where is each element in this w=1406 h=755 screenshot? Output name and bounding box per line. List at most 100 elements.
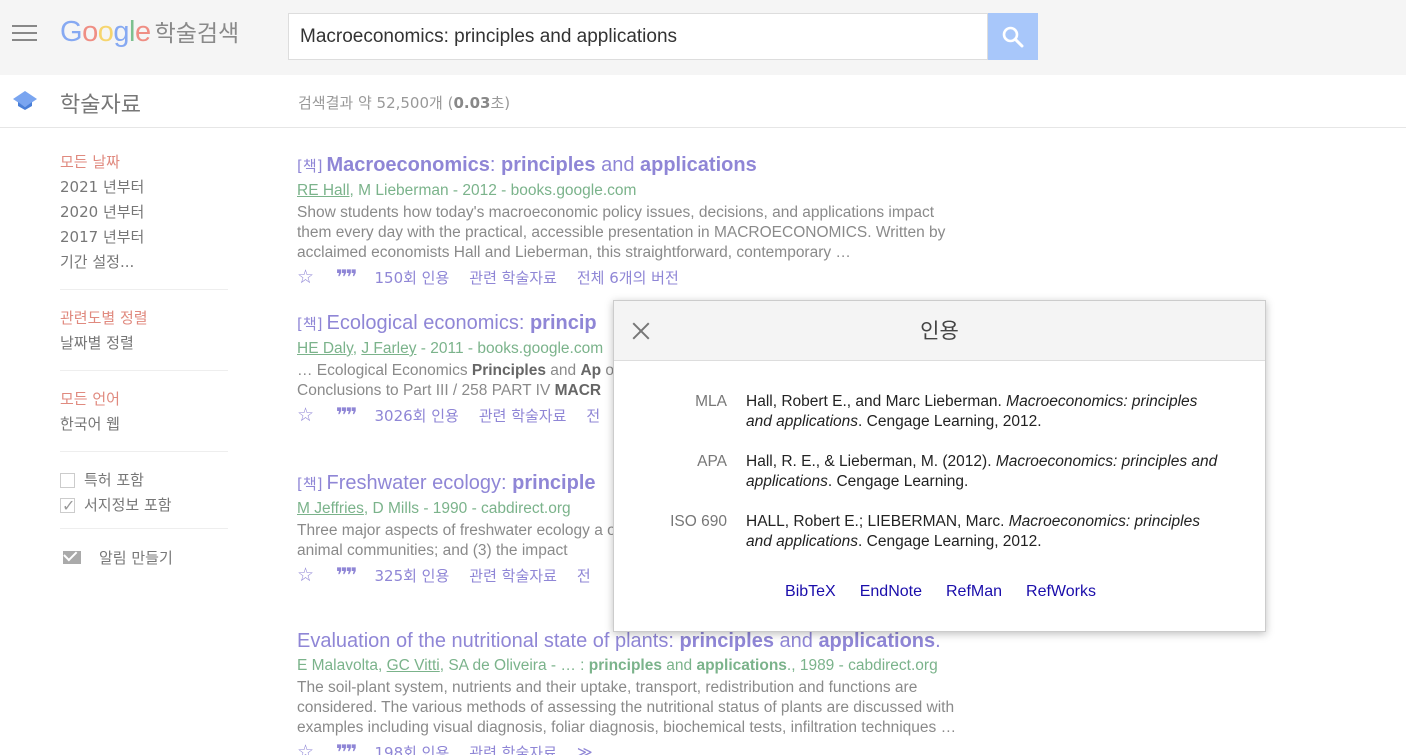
result-title-text[interactable]: Evaluation of the nutritional state of p… xyxy=(297,630,941,652)
export-bibtex-link[interactable]: BibTeX xyxy=(785,583,836,601)
date-any[interactable]: 모든 날짜 xyxy=(60,150,228,175)
cite-row-mla: MLA Hall, Robert E., and Marc Lieberman.… xyxy=(614,392,1267,432)
result-count-suffix: 초) xyxy=(490,94,511,112)
text-segment: Hall, Robert E., and Marc Lieberman. xyxy=(746,393,1007,410)
related-articles-link[interactable]: 관련 학술자료 xyxy=(469,267,557,288)
section-title: 학술자료 xyxy=(60,93,141,118)
top-bar: Google 학술검색 xyxy=(0,0,1406,75)
text-segment: Freshwater ecology: xyxy=(326,472,513,494)
text-segment: : xyxy=(489,154,502,176)
result-snippet: The soil-plant system, nutrients and the… xyxy=(297,678,997,738)
date-since-2021[interactable]: 2021 년부터 xyxy=(60,175,228,200)
checkbox-box xyxy=(60,473,75,488)
related-articles-link[interactable]: 관련 학술자료 xyxy=(469,742,557,755)
search-button[interactable] xyxy=(988,13,1038,60)
result-type-tag: [책] xyxy=(297,315,323,333)
cite-text[interactable]: Hall, Robert E., and Marc Lieberman. Mac… xyxy=(746,392,1226,432)
create-alert-label: 알림 만들기 xyxy=(99,549,173,567)
save-star-icon[interactable]: ☆ xyxy=(297,564,317,586)
date-since-2017[interactable]: 2017 년부터 xyxy=(60,225,228,250)
cite-quote-icon[interactable]: ❞❞ xyxy=(336,740,358,755)
cite-dialog-title: 인용 xyxy=(920,319,959,343)
text-segment: GC Vitti xyxy=(386,657,440,674)
text-segment: Principles xyxy=(471,362,546,379)
text-segment: HE Daly xyxy=(297,340,353,357)
cited-by-link[interactable]: 150회 인용 xyxy=(374,267,449,288)
scholar-page: Google 학술검색 학술자료 검색결과 약 52,500개 (0.03초) … xyxy=(0,0,1406,755)
text-segment: … Ecological Economics xyxy=(297,362,472,379)
all-versions-link[interactable]: 전 xyxy=(586,405,600,426)
date-since-2020[interactable]: 2020 년부터 xyxy=(60,200,228,225)
sort-date[interactable]: 날짜별 정렬 xyxy=(60,331,228,356)
result-title-text[interactable]: Freshwater ecology: principle xyxy=(327,472,596,494)
include-patents-checkbox[interactable]: 특허 포함 xyxy=(60,468,228,493)
search-input[interactable] xyxy=(289,14,987,59)
text-segment: applications xyxy=(818,630,936,652)
lang-any[interactable]: 모든 언어 xyxy=(60,387,228,412)
date-filter-group: 모든 날짜 2021 년부터 2020 년부터 2017 년부터 기간 설정..… xyxy=(60,150,228,290)
include-group: 특허 포함 서지정보 포함 xyxy=(60,468,228,529)
sub-bar: 학술자료 검색결과 약 52,500개 (0.03초) xyxy=(0,75,1406,128)
result-item: [책] Macroeconomics: principles and applic… xyxy=(297,150,997,308)
text-segment: J Farley xyxy=(361,340,417,357)
cite-quote-icon[interactable]: ❞❞ xyxy=(336,563,358,587)
result-actions: ☆ ❞❞ 150회 인용 관련 학술자료 전체 6개의 버전 xyxy=(297,265,997,289)
language-group: 모든 언어 한국어 웹 xyxy=(60,387,228,452)
cited-by-link[interactable]: 198회 인용 xyxy=(374,742,449,755)
sort-group: 관련도별 정렬 날짜별 정렬 xyxy=(60,306,228,371)
cited-by-link[interactable]: 325회 인용 xyxy=(374,565,449,586)
result-title-text[interactable]: Ecological economics: princip xyxy=(327,312,597,334)
related-articles-link[interactable]: 관련 학술자료 xyxy=(479,405,567,426)
result-title[interactable]: [책] Macroeconomics: principles and applic… xyxy=(297,150,997,181)
text-segment: and xyxy=(773,630,819,652)
cite-quote-icon[interactable]: ❞❞ xyxy=(336,265,358,289)
logo-letter: g xyxy=(113,16,129,48)
menu-icon[interactable] xyxy=(12,25,37,43)
result-item: Evaluation of the nutritional state of p… xyxy=(297,626,997,755)
cite-format-label: ISO 690 xyxy=(670,513,727,530)
save-star-icon[interactable]: ☆ xyxy=(297,404,317,426)
text-segment: . Cengage Learning, 2012. xyxy=(858,413,1042,430)
text-segment: MACR xyxy=(554,382,602,399)
cite-format-label: MLA xyxy=(695,393,727,410)
text-segment: applications xyxy=(640,154,757,176)
cite-text[interactable]: Hall, R. E., & Lieberman, M. (2012). Mac… xyxy=(746,452,1226,492)
result-type-tag: [책] xyxy=(297,157,323,175)
save-star-icon[interactable]: ☆ xyxy=(297,266,317,288)
graduation-cap-icon xyxy=(13,91,37,110)
all-versions-link[interactable]: 전 xyxy=(577,565,591,586)
more-options-icon[interactable]: ≫ xyxy=(577,743,593,755)
text-segment: Hall, R. E., & Lieberman, M. (2012). xyxy=(746,453,996,470)
cite-row-apa: APA Hall, R. E., & Lieberman, M. (2012).… xyxy=(614,452,1267,492)
search-box xyxy=(288,13,988,60)
text-segment: principle xyxy=(512,472,596,494)
result-actions: ☆ ❞❞ 198회 인용 관련 학술자료 ≫ xyxy=(297,740,997,755)
result-authors: E Malavolta, GC Vitti, SA de Oliveira - … xyxy=(297,656,997,675)
lang-korean[interactable]: 한국어 웹 xyxy=(60,412,228,437)
create-alert-link[interactable]: 알림 만들기 xyxy=(60,545,228,570)
date-custom-range[interactable]: 기간 설정... xyxy=(60,250,228,275)
related-articles-link[interactable]: 관련 학술자료 xyxy=(469,565,557,586)
cited-by-link[interactable]: 3026회 인용 xyxy=(374,405,458,426)
text-segment: and xyxy=(595,154,640,176)
export-refman-link[interactable]: RefMan xyxy=(946,583,1002,601)
text-segment: E Malavolta, xyxy=(297,657,387,674)
google-wordmark: Google xyxy=(60,16,151,49)
export-refworks-link[interactable]: RefWorks xyxy=(1026,583,1096,601)
result-time: 0.03 xyxy=(453,94,491,112)
save-star-icon[interactable]: ☆ xyxy=(297,741,317,755)
cite-text[interactable]: HALL, Robert E.; LIEBERMAN, Marc. Macroe… xyxy=(746,512,1226,552)
sort-relevance[interactable]: 관련도별 정렬 xyxy=(60,306,228,331)
include-citations-checkbox[interactable]: 서지정보 포함 xyxy=(60,493,228,518)
result-snippet: Show students how today's macroeconomic … xyxy=(297,203,957,263)
logo-letter: o xyxy=(97,16,114,48)
all-versions-link[interactable]: 전체 6개의 버전 xyxy=(577,267,679,288)
include-patents-label: 특허 포함 xyxy=(84,471,144,489)
result-title-text[interactable]: Macroeconomics: principles and applicati… xyxy=(327,154,757,176)
text-segment: HALL, Robert E.; LIEBERMAN, Marc. xyxy=(746,513,1009,530)
text-segment: and xyxy=(545,362,581,379)
scholar-logo[interactable]: Google 학술검색 xyxy=(60,14,239,54)
cite-quote-icon[interactable]: ❞❞ xyxy=(336,403,358,427)
text-segment: and xyxy=(661,657,697,674)
export-endnote-link[interactable]: EndNote xyxy=(860,583,922,601)
